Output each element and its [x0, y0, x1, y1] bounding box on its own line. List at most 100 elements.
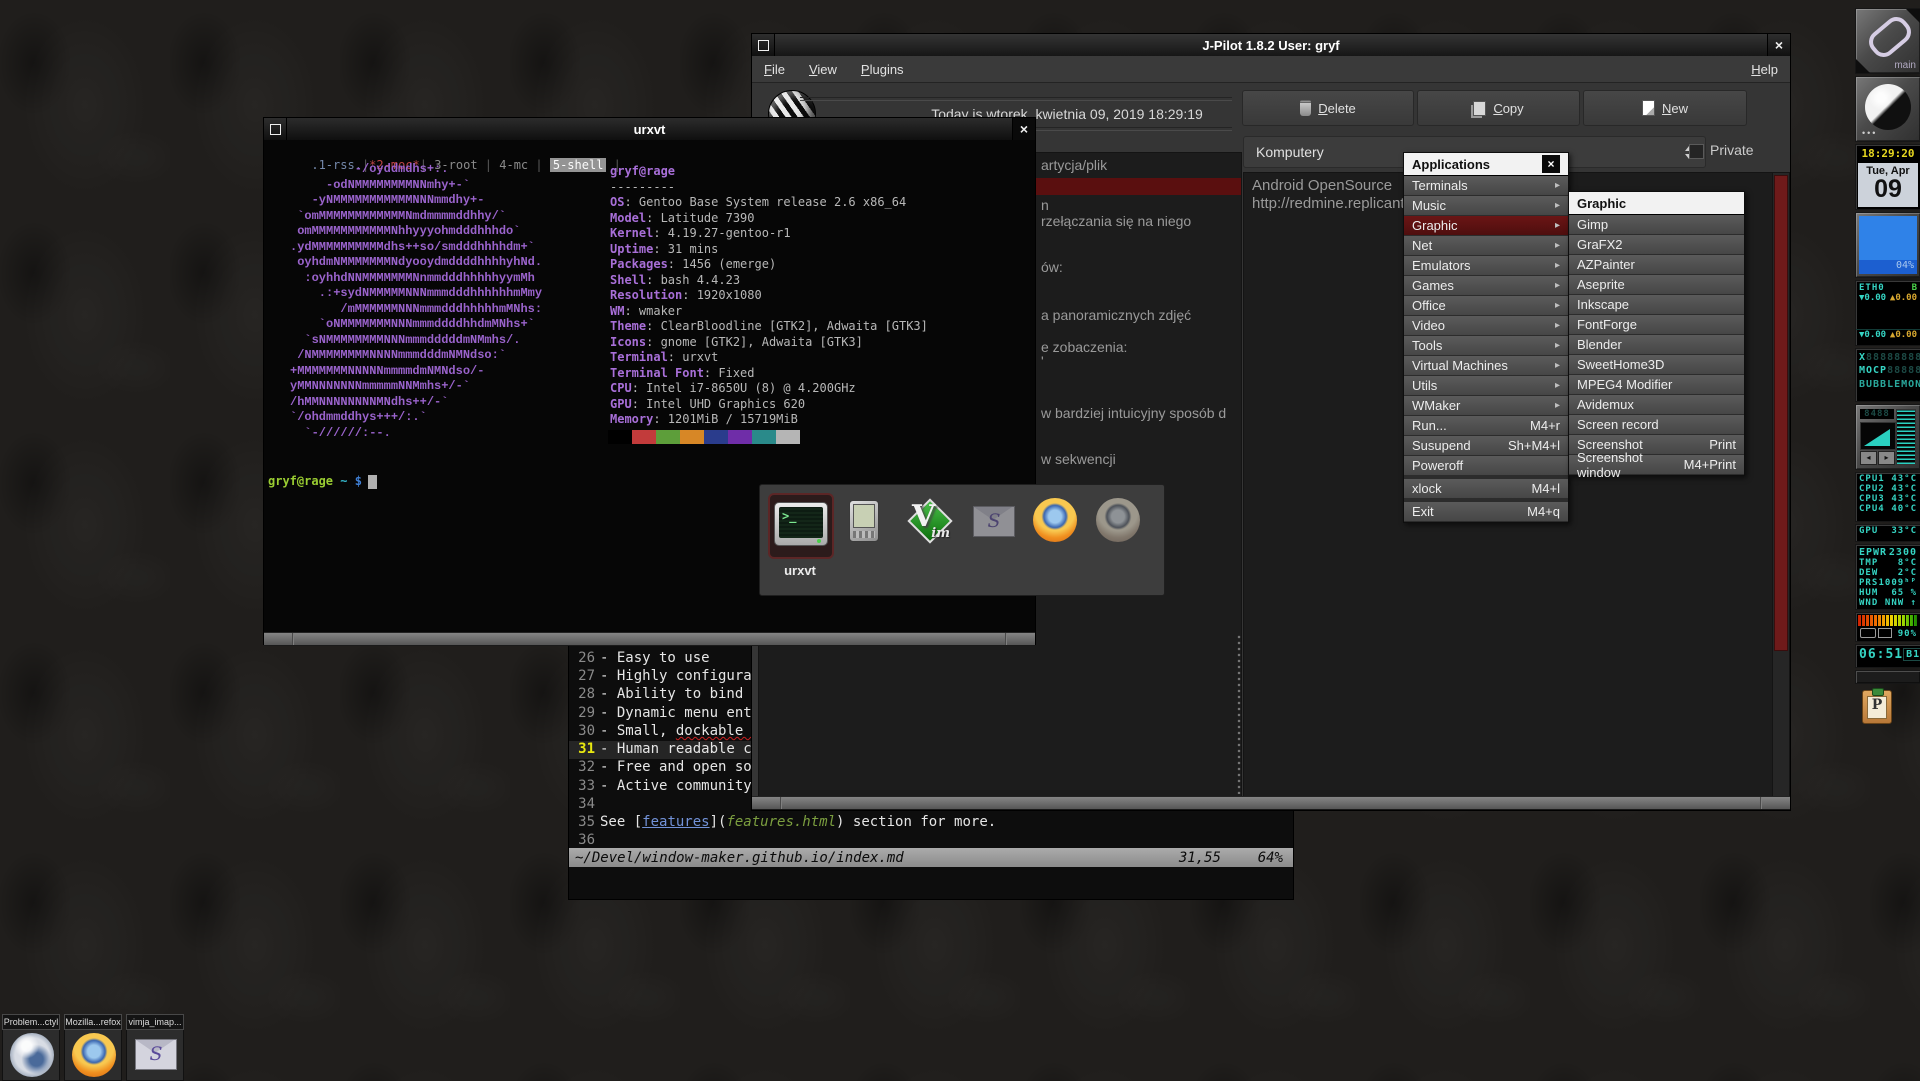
- miniwindow-title: Problem...ctyl: [2, 1014, 60, 1030]
- pane-splitter-handle[interactable]: [1236, 634, 1242, 794]
- graphic-submenu-title[interactable]: Graphic: [1569, 192, 1744, 215]
- copy-button[interactable]: Copy: [1417, 90, 1580, 126]
- menu-item-grafx2[interactable]: GraFX2: [1569, 235, 1744, 254]
- copy-icon: [1473, 101, 1486, 116]
- graphic-submenu: Graphic Gimp GraFX2 AZPainter Aseprite I…: [1568, 191, 1745, 476]
- new-button[interactable]: New: [1583, 90, 1747, 126]
- menu-shortcut: M4+l: [1531, 481, 1560, 496]
- menu-item-mpeg4-modifier[interactable]: MPEG4 Modifier: [1569, 375, 1744, 394]
- firefox-icon[interactable]: [1033, 498, 1077, 542]
- weather-station: EPWR: [1859, 547, 1887, 558]
- menu-view[interactable]: View: [797, 56, 849, 82]
- menu-item-games[interactable]: Games▸: [1404, 276, 1568, 295]
- menu-item-terminals[interactable]: Terminals▸: [1404, 176, 1568, 195]
- menu-item-utils[interactable]: Utils▸: [1404, 376, 1568, 395]
- dock-power-meter[interactable]: 90%: [1855, 612, 1920, 642]
- jpilot-titlebar[interactable]: J-Pilot 1.8.2 User: gryf ×: [752, 34, 1790, 57]
- jpilot-resizebar[interactable]: [752, 796, 1790, 810]
- urxvt-resizebar[interactable]: [264, 632, 1035, 646]
- cpu3-temp: 43°C: [1891, 494, 1917, 504]
- menu-item-screenshot-window[interactable]: Screenshot windowM4+Print: [1569, 455, 1744, 474]
- delete-button[interactable]: Delete: [1242, 90, 1414, 126]
- records-scrollbar[interactable]: [1772, 172, 1790, 798]
- dock-calclock[interactable]: 18:29:20 Tue, Apr 09: [1855, 144, 1920, 210]
- menu-item-graphic[interactable]: Graphic▸: [1404, 216, 1568, 235]
- vim-icon[interactable]: Vim: [906, 497, 952, 543]
- weather-humidity: 65 %: [1891, 588, 1917, 598]
- jpilot-icon[interactable]: [849, 500, 879, 542]
- dock-cpu-temps[interactable]: CPU143°C CPU243°C CPU343°C CPU440°C: [1855, 472, 1920, 522]
- submenu-arrow-icon: ▸: [1555, 380, 1560, 391]
- scrollbar-thumb[interactable]: [1774, 175, 1788, 651]
- menu-item-blender[interactable]: Blender: [1569, 335, 1744, 354]
- vim-line-number: 30: [571, 723, 595, 739]
- close-button[interactable]: ×: [1767, 34, 1790, 56]
- menu-item-poweroff[interactable]: Poweroff: [1404, 456, 1568, 475]
- miniwindow-mail[interactable]: vimja_imap... S: [126, 1014, 184, 1081]
- vim-filename: ~/Devel/window-maker.github.io/index.md: [575, 850, 904, 866]
- menu-item-wmaker[interactable]: WMaker▸: [1404, 396, 1568, 415]
- clip-next-arrow[interactable]: [1906, 9, 1920, 23]
- mail-client-icon[interactable]: S: [973, 506, 1015, 537]
- menu-item-net[interactable]: Net▸: [1404, 236, 1568, 255]
- dock-mixer-app[interactable]: 8488 ◂ ▸: [1855, 404, 1920, 470]
- submenu-arrow-icon: ▸: [1555, 340, 1560, 351]
- net-up-total: ▲0.00: [1890, 330, 1917, 340]
- urxvt-titlebar[interactable]: urxvt ×: [264, 118, 1035, 141]
- menu-close-button[interactable]: ×: [1542, 155, 1560, 173]
- cpu2-temp: 43°C: [1891, 484, 1917, 494]
- miniwindow-firefox[interactable]: Mozilla...refox: [64, 1014, 122, 1081]
- menu-item-run[interactable]: Run...M4+r: [1404, 416, 1568, 435]
- applications-menu-title[interactable]: Applications ×: [1404, 153, 1568, 176]
- menu-item-inkscape[interactable]: Inkscape: [1569, 295, 1744, 314]
- private-checkbox[interactable]: [1689, 144, 1704, 159]
- menu-file[interactable]: File: [752, 56, 797, 82]
- dock-clip-main[interactable]: main: [1855, 8, 1920, 74]
- mixer-volume-wedge[interactable]: [1860, 422, 1896, 450]
- menu-item-sweethome3d[interactable]: SweetHome3D: [1569, 355, 1744, 374]
- menu-help[interactable]: Help: [1739, 56, 1790, 82]
- menu-item-fontforge[interactable]: FontForge: [1569, 315, 1744, 334]
- miniaturize-button[interactable]: [264, 118, 287, 140]
- menu-shortcut: Sh+M4+l: [1508, 438, 1560, 453]
- dock-net-monitor[interactable]: ETH0B ▼0.00▲0.00 ▼0.00▲0.00: [1855, 280, 1920, 346]
- urxvt-window-title: urxvt: [287, 118, 1012, 140]
- dock-weather-app[interactable]: EPWR2300 TMP8°C DEW2°C PRS1009ʰᴾ HUM65 %…: [1855, 544, 1920, 610]
- dock-gpu-temp[interactable]: GPU33°C: [1855, 524, 1920, 542]
- tree-row: a panoramicznych zdjęć: [1041, 307, 1191, 323]
- submenu-arrow-icon: ▸: [1555, 260, 1560, 271]
- menu-item-aseprite[interactable]: Aseprite: [1569, 275, 1744, 294]
- miniwindow-gimp[interactable]: Problem...ctyl: [2, 1014, 60, 1081]
- miniaturize-button[interactable]: [752, 34, 775, 56]
- menu-item-tools[interactable]: Tools▸: [1404, 336, 1568, 355]
- firefox-dim-icon[interactable]: [1096, 498, 1140, 542]
- menu-item-screen-record[interactable]: Screen record: [1569, 415, 1744, 434]
- urxvt-icon[interactable]: >_: [774, 502, 828, 546]
- dock-ball-app[interactable]: •••: [1855, 76, 1920, 142]
- menu-item-video[interactable]: Video▸: [1404, 316, 1568, 335]
- vim-empty-area: [569, 867, 1293, 899]
- close-button[interactable]: ×: [1012, 118, 1035, 140]
- submenu-arrow-icon: ▸: [1555, 300, 1560, 311]
- menu-item-office[interactable]: Office▸: [1404, 296, 1568, 315]
- jpilot-appicon[interactable]: P: [1862, 690, 1892, 724]
- menu-item-gimp[interactable]: Gimp: [1569, 215, 1744, 234]
- dock-mocp-app[interactable]: X88888888 MOCP88888 BUBBLEMON: [1855, 348, 1920, 402]
- weather-time: 2300: [1889, 547, 1917, 558]
- menu-item-exit[interactable]: ExitM4+q: [1404, 502, 1568, 521]
- mixer-next-button[interactable]: ▸: [1878, 451, 1895, 465]
- menu-item-susupend[interactable]: SusupendSh+M4+l: [1404, 436, 1568, 455]
- menu-item-azpainter[interactable]: AZPainter: [1569, 255, 1744, 274]
- menu-item-virtual-machines[interactable]: Virtual Machines▸: [1404, 356, 1568, 375]
- menu-item-music[interactable]: Music▸: [1404, 196, 1568, 215]
- record-name[interactable]: Android OpenSource: [1252, 177, 1392, 194]
- menu-plugins[interactable]: Plugins: [849, 56, 916, 82]
- dock-battery-app[interactable]: 04%: [1855, 212, 1920, 278]
- menu-item-avidemux[interactable]: Avidemux: [1569, 395, 1744, 414]
- mixer-prev-button[interactable]: ◂: [1860, 451, 1877, 465]
- menu-item-emulators[interactable]: Emulators▸: [1404, 256, 1568, 275]
- private-label: Private: [1710, 142, 1754, 158]
- submenu-arrow-icon: ▸: [1555, 180, 1560, 191]
- menu-item-xlock[interactable]: xlockM4+l: [1404, 479, 1568, 498]
- dock-timer-app[interactable]: 06:51 B1: [1855, 644, 1920, 668]
